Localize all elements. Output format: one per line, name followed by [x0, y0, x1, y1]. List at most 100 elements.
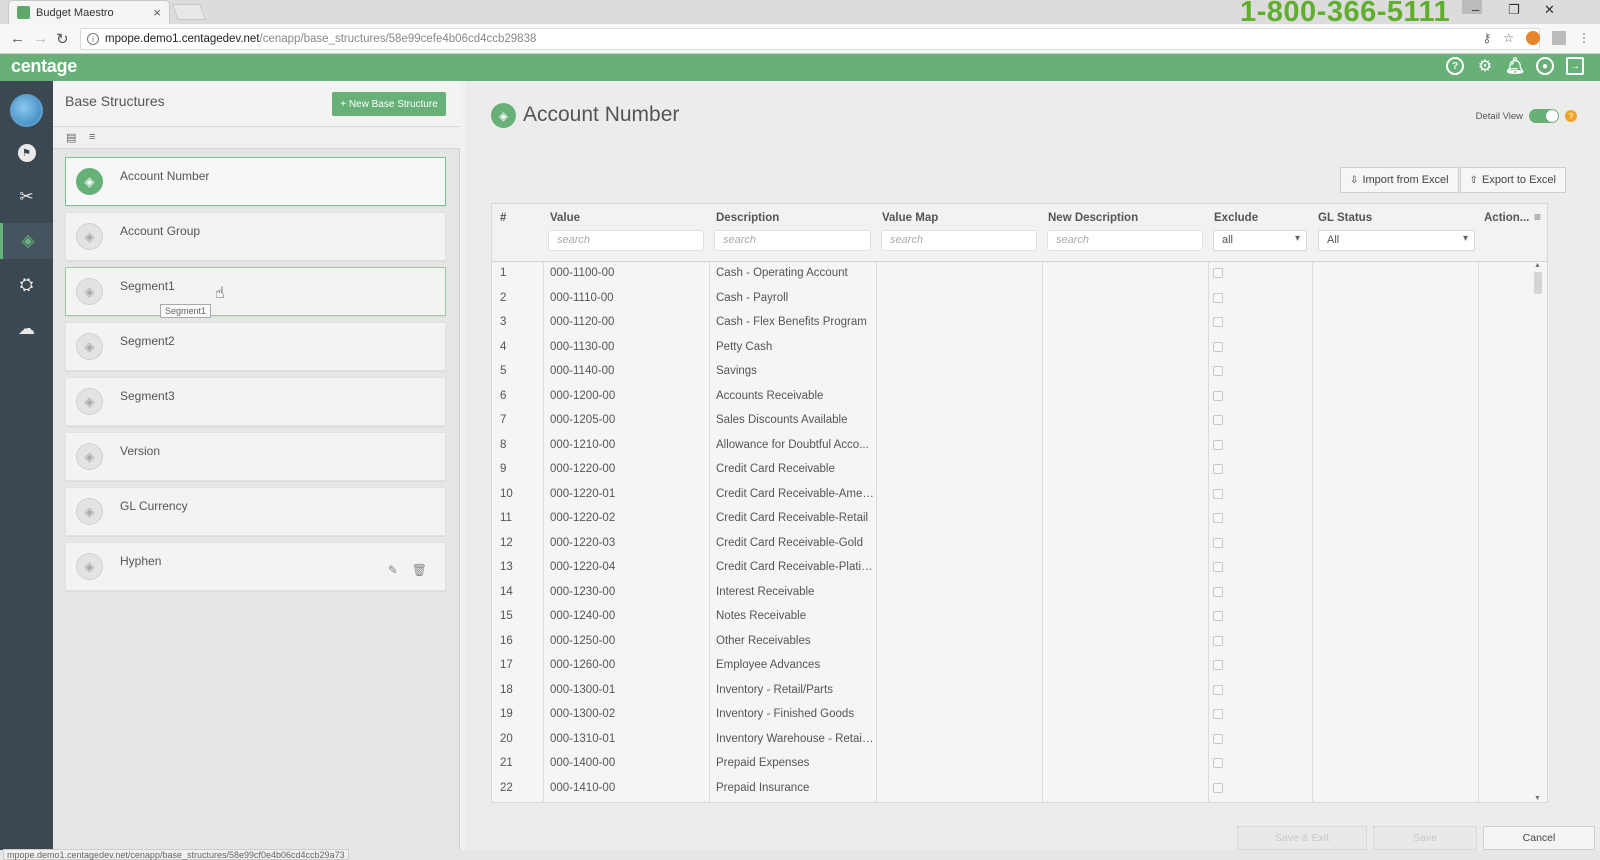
table-row[interactable]: 4 000-1130-00 Petty Cash: [492, 336, 1532, 361]
scroll-down-icon[interactable]: ▼: [1534, 795, 1541, 802]
table-row[interactable]: 3 000-1120-00 Cash - Flex Benefits Program: [492, 311, 1532, 336]
browser-menu-icon[interactable]: ⋮: [1578, 31, 1590, 45]
col-header-exclude[interactable]: Exclude: [1214, 212, 1258, 224]
tab-close-icon[interactable]: ×: [153, 5, 161, 20]
list-item-version[interactable]: ◈ Version: [65, 432, 446, 481]
exclude-checkbox[interactable]: [1213, 317, 1223, 327]
value-search-input[interactable]: search: [548, 230, 704, 251]
exclude-checkbox[interactable]: [1213, 292, 1223, 303]
minimize-button[interactable]: –: [1472, 2, 1479, 17]
table-row[interactable]: 20 000-1310-01 Inventory Warehouse - Retai…: [492, 728, 1532, 753]
exclude-checkbox[interactable]: [1213, 562, 1223, 572]
card-view-icon[interactable]: ▤: [66, 131, 76, 144]
column-menu-icon[interactable]: ≡: [1534, 210, 1541, 224]
col-header-value-map[interactable]: Value Map: [882, 212, 938, 224]
list-item-account-number[interactable]: ◈ Account Number: [65, 157, 446, 206]
exclude-checkbox[interactable]: [1213, 439, 1223, 450]
rail-model-item[interactable]: ⛭: [0, 267, 53, 303]
table-row[interactable]: 21 000-1400-00 Prepaid Expenses: [492, 752, 1532, 777]
exclude-checkbox[interactable]: [1213, 537, 1223, 548]
table-row[interactable]: 18 000-1300-01 Inventory - Retail/Parts: [492, 679, 1532, 704]
exclude-checkbox[interactable]: [1213, 782, 1223, 793]
table-row[interactable]: 12 000-1220-03 Credit Card Receivable-Gold: [492, 532, 1532, 557]
list-item-gl-currency[interactable]: ◈ GL Currency: [65, 487, 446, 536]
exclude-checkbox[interactable]: [1213, 390, 1223, 401]
col-header-actions[interactable]: Action...: [1484, 212, 1529, 224]
restore-button[interactable]: ❐: [1508, 2, 1520, 18]
table-row[interactable]: 5 000-1140-00 Savings: [492, 360, 1532, 385]
col-header-gl-status[interactable]: GL Status: [1318, 212, 1372, 224]
extension-icon-2[interactable]: [1552, 31, 1566, 45]
notification-bell-icon[interactable]: 🔔︎: [1505, 57, 1525, 75]
rail-upload-item[interactable]: ☁: [0, 311, 53, 347]
list-item-hyphen[interactable]: ◈ Hyphen ✎ 🗑︎: [65, 542, 446, 591]
table-row[interactable]: 6 000-1200-00 Accounts Receivable: [492, 385, 1532, 410]
rail-flag-item[interactable]: ⚑: [0, 135, 53, 171]
table-row[interactable]: 16 000-1250-00 Other Receivables: [492, 630, 1532, 655]
user-account-icon[interactable]: ●: [1536, 57, 1554, 75]
detail-view-toggle[interactable]: [1529, 109, 1559, 123]
exclude-checkbox[interactable]: [1213, 464, 1223, 474]
new-base-structure-button[interactable]: + New Base Structure: [332, 92, 446, 116]
delete-trash-icon[interactable]: 🗑︎: [412, 563, 427, 577]
table-row[interactable]: 10 000-1220-01 Credit Card Receivable-Amer…: [492, 483, 1532, 508]
scroll-thumb[interactable]: [1534, 272, 1542, 294]
site-info-icon[interactable]: i: [87, 33, 99, 45]
description-search-input[interactable]: search: [714, 230, 871, 251]
exclude-checkbox[interactable]: [1213, 488, 1223, 499]
list-item-segment1[interactable]: ◈ Segment1: [65, 267, 446, 316]
table-row[interactable]: 8 000-1210-00 Allowance for Doubtful Acco.…: [492, 434, 1532, 459]
url-input[interactable]: i mpope.demo1.centagedev.net /cenapp/bas…: [80, 28, 1540, 50]
exclude-checkbox[interactable]: [1213, 733, 1223, 744]
list-item-segment3[interactable]: ◈ Segment3: [65, 377, 446, 426]
save-exit-button[interactable]: Save & Exit: [1237, 826, 1367, 850]
exclude-checkbox[interactable]: [1213, 635, 1223, 646]
exclude-filter-select[interactable]: all: [1213, 230, 1307, 251]
exclude-checkbox[interactable]: [1213, 268, 1223, 278]
table-row[interactable]: 14 000-1230-00 Interest Receivable: [492, 581, 1532, 606]
settings-gear-icon[interactable]: ⚙: [1476, 57, 1494, 75]
new-description-search-input[interactable]: search: [1047, 230, 1203, 251]
table-row[interactable]: 17 000-1260-00 Employee Advances: [492, 654, 1532, 679]
grid-scrollbar[interactable]: ▲ ▼: [1532, 262, 1544, 802]
list-item-account-group[interactable]: ◈ Account Group: [65, 212, 446, 261]
table-row[interactable]: 19 000-1300-02 Inventory - Finished Goods: [492, 703, 1532, 728]
scroll-up-icon[interactable]: ▲: [1534, 262, 1541, 269]
value-map-search-input[interactable]: search: [881, 230, 1037, 251]
detail-view-help-icon[interactable]: ?: [1565, 110, 1577, 122]
list-view-icon[interactable]: ≡: [89, 131, 95, 143]
list-item-segment2[interactable]: ◈ Segment2: [65, 322, 446, 371]
table-row[interactable]: 1 000-1100-00 Cash - Operating Account: [492, 262, 1532, 287]
exclude-checkbox[interactable]: [1213, 611, 1223, 621]
export-to-excel-button[interactable]: ⇧ Export to Excel: [1459, 167, 1566, 193]
table-row[interactable]: 2 000-1110-00 Cash - Payroll: [492, 287, 1532, 312]
exclude-checkbox[interactable]: [1213, 684, 1223, 695]
cancel-button[interactable]: Cancel: [1483, 826, 1595, 850]
exclude-checkbox[interactable]: [1213, 709, 1223, 719]
table-row[interactable]: 22 000-1410-00 Prepaid Insurance: [492, 777, 1532, 802]
col-header-num[interactable]: #: [500, 212, 506, 224]
back-icon[interactable]: ←: [10, 30, 25, 47]
exclude-checkbox[interactable]: [1213, 513, 1223, 523]
bookmark-star-icon[interactable]: ☆: [1503, 31, 1514, 45]
table-row[interactable]: 9 000-1220-00 Credit Card Receivable: [492, 458, 1532, 483]
table-row[interactable]: 11 000-1220-02 Credit Card Receivable-Reta…: [492, 507, 1532, 532]
close-window-button[interactable]: ✕: [1544, 2, 1555, 18]
exclude-checkbox[interactable]: [1213, 758, 1223, 768]
rail-base-structures-item[interactable]: ◈: [0, 223, 53, 259]
key-icon[interactable]: ⚷: [1482, 31, 1491, 45]
browser-tab[interactable]: Budget Maestro ×: [8, 0, 170, 24]
exclude-checkbox[interactable]: [1213, 415, 1223, 425]
table-row[interactable]: 13 000-1220-04 Credit Card Receivable-Plat…: [492, 556, 1532, 581]
logout-icon[interactable]: →: [1566, 57, 1584, 75]
table-row[interactable]: 7 000-1205-00 Sales Discounts Available: [492, 409, 1532, 434]
rail-mapping-item[interactable]: ✂: [0, 179, 53, 215]
gl-status-filter-select[interactable]: All: [1318, 230, 1475, 251]
exclude-checkbox[interactable]: [1213, 660, 1223, 670]
extension-icon[interactable]: [1526, 31, 1540, 45]
exclude-checkbox[interactable]: [1213, 586, 1223, 597]
user-avatar[interactable]: [10, 94, 43, 127]
help-icon[interactable]: ?: [1446, 57, 1464, 75]
col-header-value[interactable]: Value: [550, 212, 580, 224]
exclude-checkbox[interactable]: [1213, 366, 1223, 376]
